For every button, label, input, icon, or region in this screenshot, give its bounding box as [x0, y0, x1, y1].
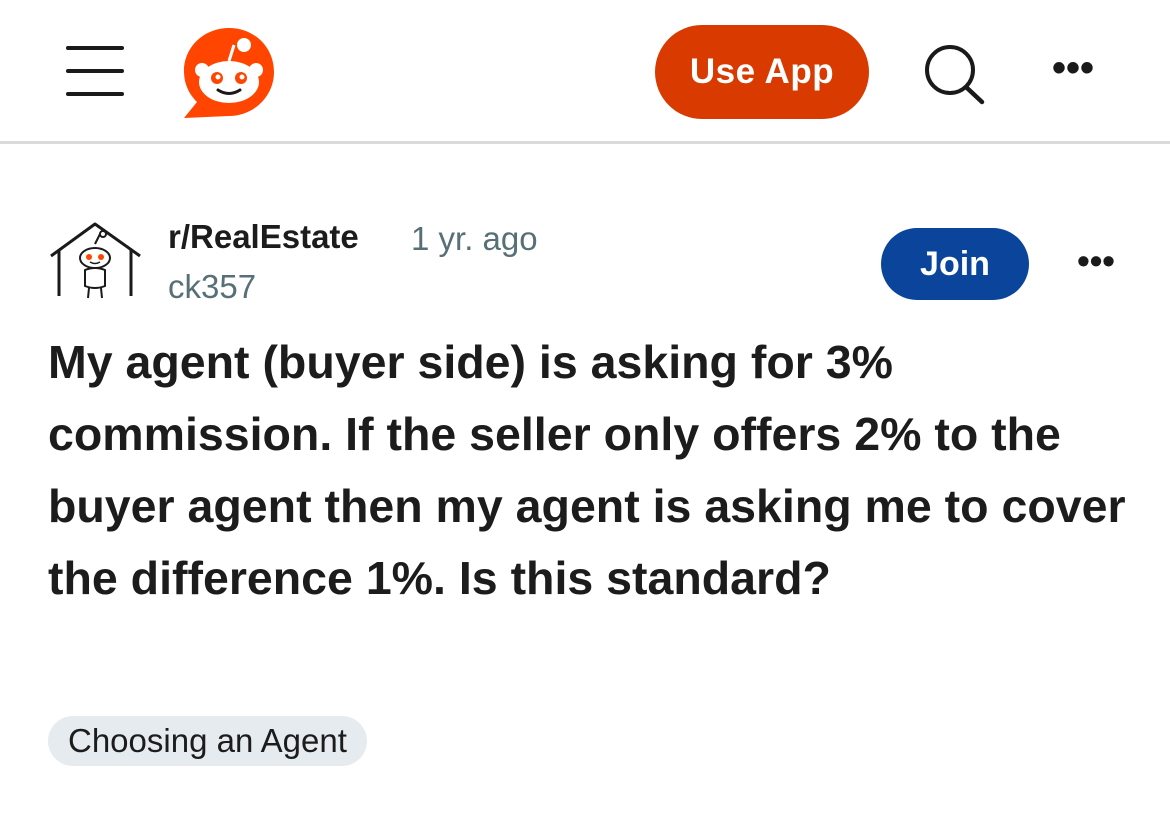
post-flair-badge[interactable]: Choosing an Agent [48, 716, 367, 766]
house-snoo-icon[interactable] [48, 218, 143, 310]
post-timestamp: 1 yr. ago [411, 220, 538, 257]
top-navigation-bar: Use App ••• [0, 0, 1170, 144]
hamburger-menu-icon[interactable] [66, 46, 124, 96]
join-button[interactable]: Join [881, 228, 1029, 300]
search-icon[interactable] [918, 40, 988, 106]
post-more-options-icon[interactable]: ••• [1072, 243, 1120, 279]
more-options-icon[interactable]: ••• [1045, 48, 1101, 88]
subreddit-name-link[interactable]: r/RealEstate [168, 218, 359, 256]
post-title[interactable]: My agent (buyer side) is asking for 3% c… [48, 326, 1128, 614]
post-author-link[interactable]: ck357 [168, 268, 256, 306]
use-app-button[interactable]: Use App [655, 25, 869, 119]
reddit-logo-icon[interactable] [180, 24, 278, 122]
